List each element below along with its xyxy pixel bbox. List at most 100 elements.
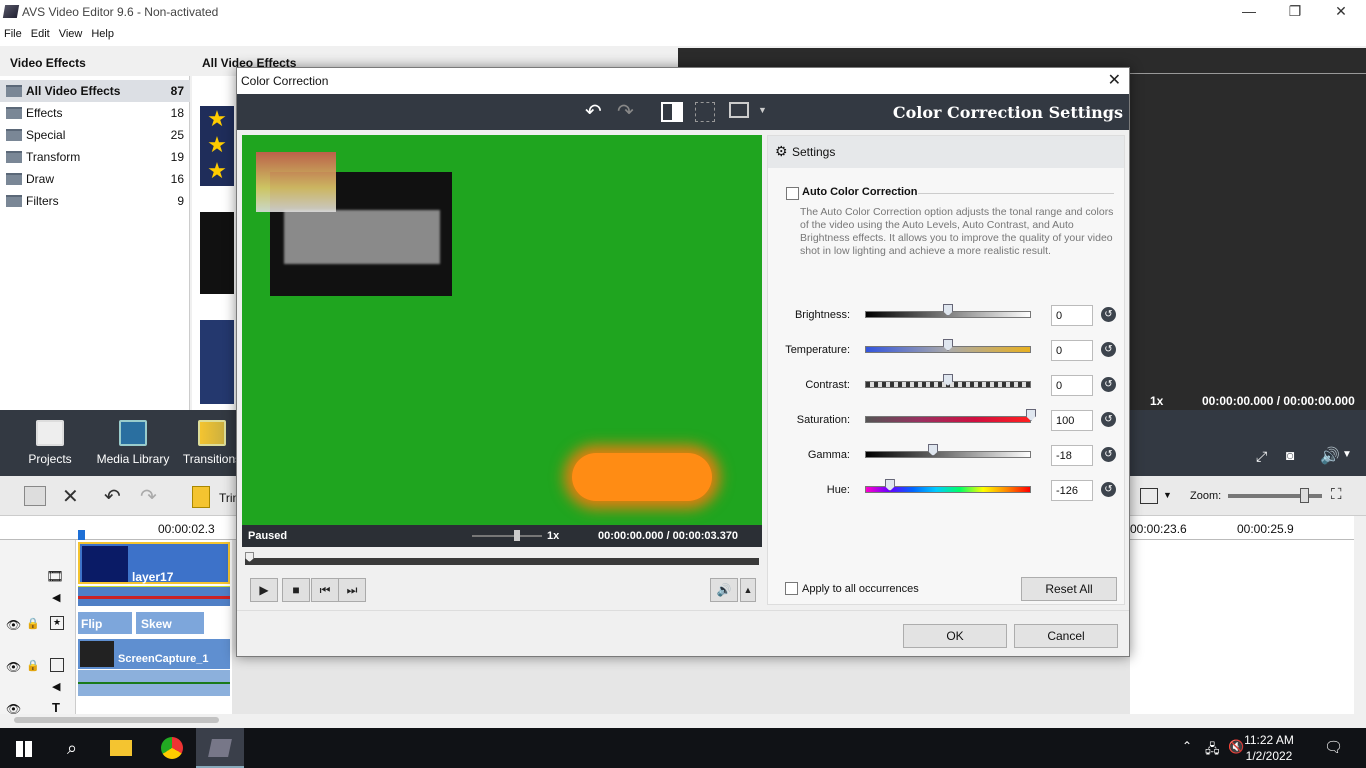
redo-icon[interactable]: ↷ [140,484,157,509]
hue-value[interactable]: -126 [1051,480,1093,501]
reset-all-button[interactable]: Reset All [1021,577,1117,601]
text-track-icon: T [52,700,60,715]
overlay-clip[interactable] [78,670,230,696]
effect-clip-flip[interactable]: Flip [78,612,132,634]
speed-slider-thumb[interactable] [514,530,520,541]
timeline-scrollbar[interactable] [0,714,1366,728]
start-button[interactable] [0,728,48,768]
minimize-icon[interactable]: — [1226,0,1272,24]
volume-button[interactable]: 🔊 [710,578,738,602]
grid-icon[interactable] [695,102,715,122]
menu-view[interactable]: View [55,24,88,40]
menu-help[interactable]: Help [87,24,119,40]
menu-bar: FileEditViewHelp f t ▶ [0,24,1366,69]
timeline-clip[interactable]: ScreenCapture_1 [78,639,230,669]
effect-clip-skew[interactable]: Skew [136,612,204,634]
delete-icon[interactable]: ✕ [62,484,79,509]
maximize-icon[interactable]: ❐ [1272,0,1318,24]
category-special[interactable]: Special 25 [0,124,190,146]
category-draw[interactable]: Draw 16 [0,168,190,190]
reset-brightness-icon[interactable]: ↺ [1101,307,1116,322]
ok-button[interactable]: OK [903,624,1007,648]
timeline-clip[interactable]: layer17 [78,542,230,584]
playhead[interactable] [78,530,85,540]
seek-bar[interactable] [245,558,759,565]
fullscreen-icon[interactable]: ⤢ [1256,448,1267,465]
category-filters[interactable]: Filters 9 [0,190,190,212]
split-view-icon[interactable] [661,102,683,122]
gamma-slider[interactable] [865,451,1031,458]
stop-button[interactable]: ■ [282,578,310,602]
camera-icon[interactable]: ◙ [1286,447,1294,463]
category-transform[interactable]: Transform 19 [0,146,190,168]
eye-icon[interactable]: 👁 [6,618,21,632]
saturation-slider[interactable] [865,416,1031,423]
file-explorer-icon[interactable] [98,728,146,768]
video-inset-thumb [256,152,336,212]
brightness-value[interactable]: 0 [1051,305,1093,326]
saturation-value[interactable]: 100 [1051,410,1093,431]
network-icon[interactable]: 🖧 [1205,740,1220,762]
auto-color-correction-checkbox[interactable] [786,187,799,200]
temperature-value[interactable]: 0 [1051,340,1093,361]
close-icon[interactable]: ✕ [1108,70,1121,90]
lock-icon[interactable]: 🔒 [26,659,40,672]
gamma-label: Gamma: [807,449,850,461]
reset-hue-icon[interactable]: ↺ [1101,482,1116,497]
audio-icon[interactable]: ◀ [52,591,60,604]
gamma-value[interactable]: -18 [1051,445,1093,466]
audio-icon[interactable]: ◀ [52,680,60,693]
undo-icon[interactable]: ↶ [585,99,602,124]
audio-waveform[interactable] [78,586,230,606]
chevron-up-icon[interactable]: ⌃ [1182,739,1192,753]
play-button[interactable]: ▶ [250,578,278,602]
chevron-down-icon[interactable]: ▼ [1342,449,1352,460]
menu-file[interactable]: File [0,24,27,40]
transitions-icon [198,420,226,446]
category-label: Draw [26,172,55,186]
aspect-icon[interactable] [1140,488,1158,504]
lock-icon[interactable]: 🔒 [26,617,40,630]
chevron-down-icon[interactable]: ▼ [758,105,767,115]
speed-slider[interactable] [472,535,542,537]
zoom-slider-thumb[interactable] [1300,488,1309,503]
category-effects[interactable]: Effects 18 [0,102,190,124]
monitor-icon[interactable] [729,102,749,118]
media-library-button[interactable]: Media Library [93,420,173,466]
volume-dropdown[interactable]: ▲ [740,578,756,602]
redo-icon[interactable]: ↷ [617,99,634,124]
reset-gamma-icon[interactable]: ↺ [1101,447,1116,462]
reset-saturation-icon[interactable]: ↺ [1101,412,1116,427]
contrast-value[interactable]: 0 [1051,375,1093,396]
reset-contrast-icon[interactable]: ↺ [1101,377,1116,392]
clock[interactable]: 11:22 AM 1/2/2022 [1240,732,1298,764]
star-icon: ★ ★ ★ [207,106,227,183]
apply-to-all-checkbox[interactable] [785,582,798,595]
fit-timeline-icon[interactable]: ⛶ [1331,486,1342,503]
storyboard-icon[interactable] [24,486,46,506]
previous-frame-button[interactable]: ⏮ [311,578,339,602]
chrome-icon[interactable] [148,728,196,768]
menu-edit[interactable]: Edit [27,24,55,40]
notifications-icon[interactable]: 🗨 [1324,738,1343,756]
next-frame-button[interactable]: ⏭ [338,578,366,602]
trim-icon[interactable] [192,486,210,508]
search-icon[interactable]: ⌕ [48,728,96,768]
effect-thumbnail[interactable] [200,212,234,294]
close-window-icon[interactable]: ✕ [1318,0,1364,24]
reset-temperature-icon[interactable]: ↺ [1101,342,1116,357]
effect-thumbnail[interactable]: ★ ★ ★ [200,106,234,186]
projects-button[interactable]: Projects [10,420,90,466]
timeline-vscrollbar[interactable] [1354,516,1366,714]
eye-icon[interactable]: 👁 [6,660,21,674]
volume-icon[interactable]: 🔊 [1320,446,1340,466]
undo-icon[interactable]: ↶ [104,484,121,509]
dialog-toolbar: ↶ ↷ ▼ Color Correction Settings [237,94,1129,130]
temperature-label: Temperature: [785,344,850,356]
effect-thumbnail[interactable] [200,320,234,404]
cancel-button[interactable]: Cancel [1014,624,1118,648]
chevron-down-icon[interactable]: ▼ [1163,490,1172,500]
category-all-video-effects[interactable]: All Video Effects 87 [0,80,190,102]
preview-speed: 1x [1150,394,1164,408]
avs-taskbar-icon[interactable] [196,728,244,768]
